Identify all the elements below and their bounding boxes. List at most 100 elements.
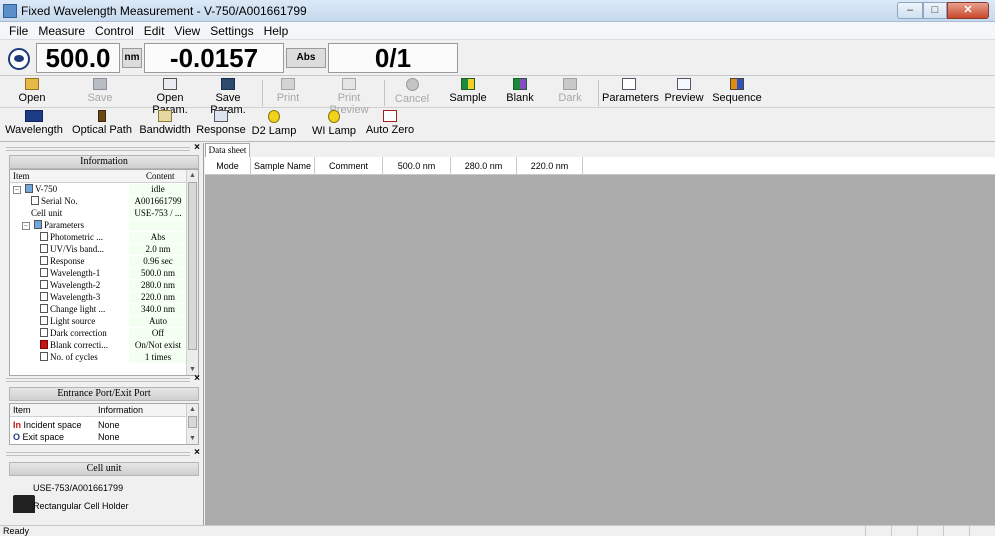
column-wavelength-3[interactable]: 220.0 nm [517, 157, 583, 175]
blank-button[interactable]: Blank [500, 78, 540, 108]
panel-grip[interactable]: × [0, 373, 204, 384]
save-param-icon [221, 78, 235, 90]
preview-button[interactable]: Preview [664, 78, 704, 108]
doc-icon [40, 352, 48, 361]
d2-lamp-button[interactable]: D2 Lamp [250, 110, 298, 140]
parameters-icon [622, 78, 636, 90]
save-param-button[interactable]: Save Param. [200, 78, 256, 116]
scroll-thumb[interactable] [188, 182, 197, 350]
close-panel-icon[interactable]: × [194, 373, 200, 384]
menu-file[interactable]: File [4, 24, 33, 38]
data-grid[interactable] [205, 175, 995, 525]
info-row[interactable]: Response 0.96 sec [10, 256, 187, 267]
cancel-button[interactable]: Cancel [390, 78, 434, 108]
minimize-button[interactable]: – [897, 2, 923, 19]
scroll-up-icon[interactable]: ▲ [187, 404, 198, 415]
info-row-value [129, 220, 187, 231]
info-row[interactable]: Wavelength-1 500.0 nm [10, 268, 187, 279]
info-row[interactable]: Wavelength-3 220.0 nm [10, 292, 187, 303]
info-row[interactable]: Wavelength-2 280.0 nm [10, 280, 187, 291]
close-panel-icon[interactable]: × [194, 447, 200, 458]
info-row-value: USE-753 / ... [129, 208, 187, 219]
info-row[interactable]: Cell unit USE-753 / ... [10, 208, 187, 219]
open-param-button[interactable]: Open Param. [138, 78, 202, 116]
save-button[interactable]: Save [80, 78, 120, 108]
column-mode[interactable]: Mode [205, 157, 251, 175]
wavelength-button[interactable]: Wavelength [0, 110, 68, 140]
window-title: Fixed Wavelength Measurement - V-750/A00… [21, 4, 307, 18]
info-row[interactable]: − Parameters [10, 220, 187, 231]
print-button[interactable]: Print [268, 78, 308, 108]
info-row[interactable]: Blank correcti... On/Not exist [10, 340, 187, 351]
port-header: Item Information [10, 404, 187, 417]
menu-control[interactable]: Control [90, 24, 139, 38]
info-row-name: Cell unit [31, 208, 63, 218]
open-button[interactable]: Open [10, 78, 54, 108]
port-scrollbar[interactable]: ▲ ▼ [186, 404, 198, 444]
info-row-name: Change light ... [50, 304, 106, 314]
information-scrollbar[interactable]: ▲ ▼ [186, 170, 198, 375]
panel-grip[interactable]: × [0, 142, 204, 153]
info-row-value: On/Not exist [129, 340, 187, 351]
maximize-button[interactable]: □ [923, 2, 947, 19]
tree-expander-icon[interactable]: − [22, 222, 30, 230]
dark-button[interactable]: Dark [552, 78, 588, 108]
response-button[interactable]: Response [196, 110, 246, 140]
sequence-button[interactable]: Sequence [710, 78, 764, 108]
info-row-name: V-750 [35, 184, 58, 194]
column-wavelength-1[interactable]: 500.0 nm [383, 157, 451, 175]
scroll-thumb[interactable] [188, 416, 197, 428]
scroll-down-icon[interactable]: ▼ [187, 433, 198, 444]
menu-edit[interactable]: Edit [139, 24, 170, 38]
bandwidth-button[interactable]: Bandwidth [138, 110, 192, 140]
info-row[interactable]: UV/Vis band... 2.0 nm [10, 244, 187, 255]
toolbar-separator [262, 80, 263, 106]
auto-zero-icon [383, 110, 397, 122]
info-row-name: Wavelength-3 [50, 292, 101, 302]
optical-path-button[interactable]: Optical Path [70, 110, 134, 140]
info-row[interactable]: Light source Auto [10, 316, 187, 327]
info-row[interactable]: Dark correction Off [10, 328, 187, 339]
info-row-name: Serial No. [41, 196, 78, 206]
info-row-name: Dark correction [50, 328, 107, 338]
info-row[interactable]: Photometric ... Abs [10, 232, 187, 243]
info-row[interactable]: − V-750 idle [10, 184, 187, 195]
info-row-name: UV/Vis band... [50, 244, 104, 254]
menu-help[interactable]: Help [259, 24, 294, 38]
response-label: Response [196, 124, 246, 136]
close-panel-icon[interactable]: × [194, 142, 200, 153]
wi-lamp-button[interactable]: WI Lamp [310, 110, 358, 140]
column-sample-name[interactable]: Sample Name [251, 157, 315, 175]
scroll-up-icon[interactable]: ▲ [187, 170, 198, 181]
wavelength-unit: nm [122, 48, 142, 68]
bandwidth-icon [158, 110, 172, 122]
info-row[interactable]: No. of cycles 1 times [10, 352, 187, 363]
info-row[interactable]: Change light ... 340.0 nm [10, 304, 187, 315]
cycle-count: 0/1 [328, 43, 458, 73]
tree-expander-icon[interactable]: − [13, 186, 21, 194]
column-comment[interactable]: Comment [315, 157, 383, 175]
incident-icon: In [13, 420, 21, 430]
auto-zero-button[interactable]: Auto Zero [364, 110, 416, 140]
close-button[interactable]: ✕ [947, 2, 989, 19]
data-sheet-header: Mode Sample Name Comment 500.0 nm 280.0 … [205, 157, 995, 175]
menu-settings[interactable]: Settings [205, 24, 258, 38]
sample-button[interactable]: Sample [448, 78, 488, 108]
column-wavelength-2[interactable]: 280.0 nm [451, 157, 517, 175]
menu-measure[interactable]: Measure [33, 24, 90, 38]
parameters-button[interactable]: Parameters [602, 78, 659, 108]
dark-label: Dark [558, 92, 582, 104]
panel-grip[interactable]: × [0, 447, 204, 458]
doc-icon [40, 232, 48, 241]
info-row-name: Parameters [44, 220, 84, 230]
tab-data-sheet[interactable]: Data sheet [205, 143, 250, 157]
info-row-value: idle [129, 184, 187, 195]
save-label: Save [87, 92, 113, 104]
menu-view[interactable]: View [169, 24, 205, 38]
port-row-name: Exit space [22, 432, 65, 442]
print-preview-button[interactable]: Print Preview [318, 78, 380, 116]
measurement-value: -0.0157 [144, 43, 284, 73]
readout-bar: 500.0 nm -0.0157 Abs 0/1 [0, 40, 995, 76]
info-row[interactable]: Serial No. A001661799 [10, 196, 187, 207]
info-row-value: 220.0 nm [129, 292, 187, 303]
